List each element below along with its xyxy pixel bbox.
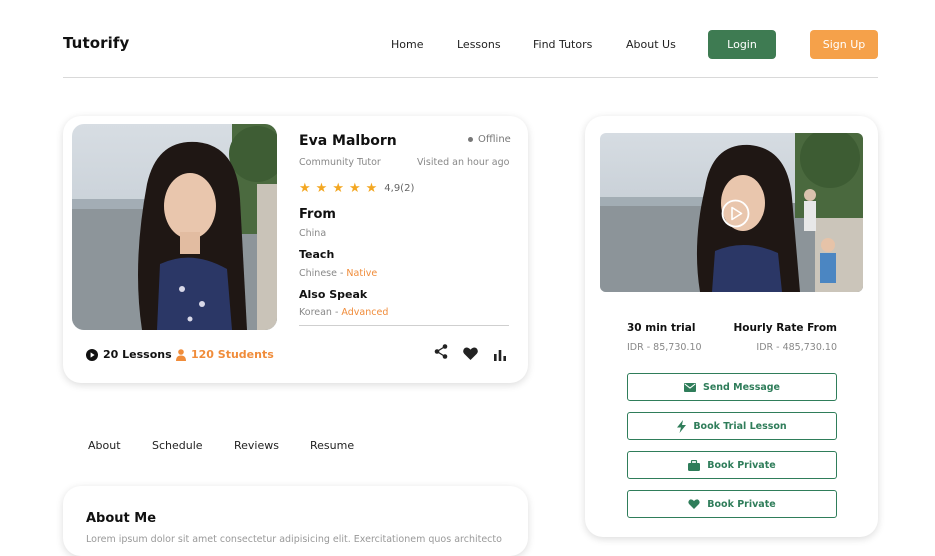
last-visit: Visited an hour ago: [417, 157, 510, 168]
tab-reviews[interactable]: Reviews: [234, 439, 279, 452]
speak-value: Korean - Advanced: [299, 307, 388, 318]
star-icon: ★: [299, 181, 311, 196]
teach-language: Chinese -: [299, 268, 347, 279]
teach-level: Native: [346, 268, 378, 279]
star-icon: ★: [365, 181, 378, 196]
star-icon: ★: [315, 181, 328, 196]
nav-lessons[interactable]: Lessons: [457, 38, 501, 51]
from-label: From: [299, 207, 336, 222]
star-icon: ★: [332, 181, 344, 196]
rating: ★ ★ ★ ★ ★ 4,9(2): [299, 182, 414, 195]
tab-resume[interactable]: Resume: [310, 439, 354, 452]
lessons-count: 20 Lessons: [86, 348, 172, 361]
header-divider: [63, 77, 878, 78]
status-text: Offline: [478, 134, 511, 145]
tutor-name: Eva Malborn: [299, 133, 397, 149]
online-status: Offline: [468, 134, 511, 145]
star-icon: ★: [348, 181, 361, 196]
rating-text: 4,9(2): [384, 183, 415, 194]
login-button[interactable]: Login: [708, 30, 776, 59]
tab-about[interactable]: About: [88, 439, 121, 452]
lessons-text: 20 Lessons: [103, 348, 172, 361]
share-icon[interactable]: [434, 344, 448, 363]
book-private-label: Book Private: [707, 459, 776, 471]
logo[interactable]: Tutorify: [63, 34, 129, 52]
send-message-button[interactable]: Send Message: [627, 373, 837, 401]
book-trial-lesson-button[interactable]: Book Trial Lesson: [627, 412, 837, 440]
trial-label: 30 min trial: [627, 322, 696, 334]
nav-about-us[interactable]: About Us: [626, 38, 676, 51]
play-video-icon[interactable]: [721, 199, 750, 232]
nav-find-tutors[interactable]: Find Tutors: [533, 38, 592, 51]
speak-label: Also Speak: [299, 288, 368, 301]
tab-schedule[interactable]: Schedule: [152, 439, 203, 452]
trial-price: IDR - 85,730.10: [627, 342, 702, 353]
rate-label: Hourly Rate From: [733, 322, 837, 334]
nav-home[interactable]: Home: [391, 38, 423, 51]
heart-icon: [688, 499, 700, 509]
teach-value: Chinese - Native: [299, 268, 377, 279]
lightning-icon: [677, 419, 687, 433]
rate-price: IDR - 485,730.10: [756, 342, 837, 353]
mail-icon: [683, 382, 696, 392]
book-private-favorite-button[interactable]: Book Private: [627, 490, 837, 518]
signup-button[interactable]: Sign Up: [810, 30, 878, 59]
speak-level: Advanced: [341, 307, 389, 318]
from-value: China: [299, 228, 327, 239]
teach-label: Teach: [299, 248, 335, 261]
students-text: 120 Students: [191, 348, 274, 361]
status-dot-icon: [468, 137, 473, 142]
person-icon: [176, 348, 186, 361]
students-count: 120 Students: [176, 348, 274, 361]
info-divider: [299, 325, 509, 326]
send-message-label: Send Message: [702, 381, 781, 393]
book-private-favorite-label: Book Private: [707, 498, 776, 510]
speak-language: Korean -: [299, 307, 342, 318]
briefcase-icon: [688, 459, 701, 471]
book-trial-label: Book Trial Lesson: [693, 420, 787, 432]
about-text: Lorem ipsum dolor sit amet consectetur a…: [86, 534, 502, 545]
heart-icon[interactable]: [463, 345, 478, 364]
tutor-photo: [72, 124, 277, 330]
play-circle-icon: [86, 348, 98, 361]
bar-chart-icon[interactable]: [494, 346, 506, 365]
tutor-role: Community Tutor: [299, 157, 381, 168]
about-title: About Me: [86, 511, 157, 526]
book-private-button[interactable]: Book Private: [627, 451, 837, 479]
